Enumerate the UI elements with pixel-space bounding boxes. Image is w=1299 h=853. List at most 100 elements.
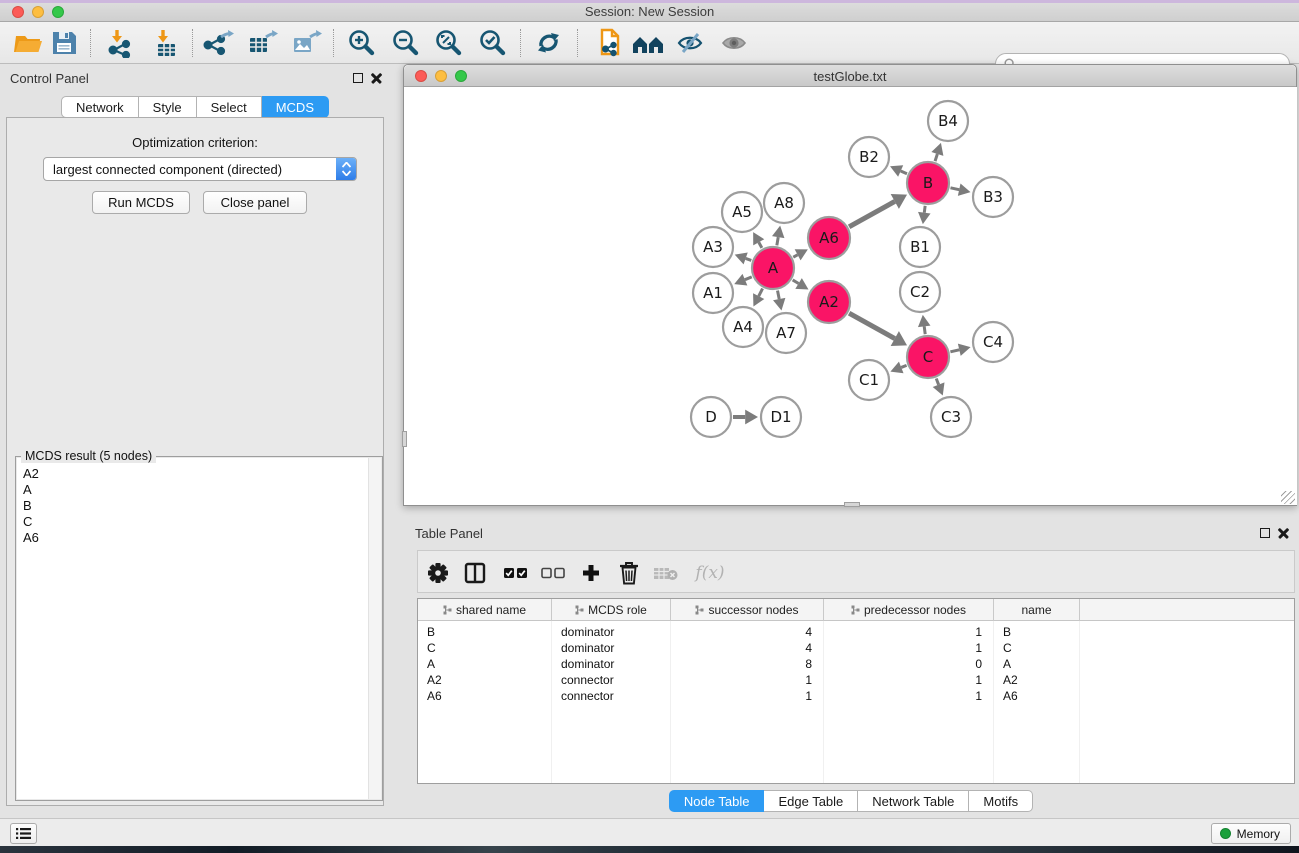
close-panel-button[interactable]: Close panel xyxy=(203,191,307,214)
mcds-result-item[interactable]: C xyxy=(23,514,39,530)
graph-node-label: A5 xyxy=(732,203,752,221)
network-canvas[interactable]: B4B2BB3A5A8A6A3AB1A1C2A2A4A7CC4C1C3DD1 xyxy=(405,87,1297,505)
new-network-from-file-button[interactable] xyxy=(588,26,628,60)
resize-grip-icon[interactable] xyxy=(1281,491,1295,504)
column-header-predecessor-nodes[interactable]: predecessor nodes xyxy=(824,599,994,621)
cell-shared-name: A6 xyxy=(418,688,552,704)
cell-mcds-role: dominator xyxy=(552,624,671,640)
delete-column-button[interactable] xyxy=(615,559,643,587)
refresh-button[interactable] xyxy=(528,26,568,60)
arrowhead-icon xyxy=(931,143,943,156)
hide-annotations-button[interactable] xyxy=(670,26,710,60)
table-row[interactable]: Adominator80A xyxy=(418,656,1294,672)
column-header-successor-nodes[interactable]: successor nodes xyxy=(671,599,824,621)
tab-network-table[interactable]: Network Table xyxy=(858,790,969,812)
mcds-result-item[interactable]: A2 xyxy=(23,466,39,482)
graph-node-label: A8 xyxy=(774,194,794,212)
float-panel-icon[interactable] xyxy=(1260,528,1270,538)
table-panel-title: Table Panel xyxy=(415,526,483,541)
cell-successor-nodes: 8 xyxy=(671,656,824,672)
zoom-in-button[interactable] xyxy=(341,26,381,60)
home-view-button[interactable] xyxy=(628,26,668,60)
import-network-button[interactable] xyxy=(100,26,140,60)
cell-name: A6 xyxy=(994,688,1080,704)
status-bar: Memory xyxy=(0,818,1299,846)
import-table-button[interactable] xyxy=(146,26,186,60)
column-label: MCDS role xyxy=(588,603,647,617)
export-network-button[interactable] xyxy=(198,26,238,60)
tab-select[interactable]: Select xyxy=(197,96,262,118)
import-network-icon xyxy=(104,28,136,58)
toolbar-separator xyxy=(90,29,91,57)
show-columns-button[interactable] xyxy=(461,559,489,587)
zoom-out-icon xyxy=(390,28,420,58)
open-session-button[interactable] xyxy=(8,26,48,60)
table-settings-button[interactable] xyxy=(424,559,452,587)
graph-edge-A-A2 xyxy=(793,280,799,284)
column-header-shared-name[interactable]: shared name xyxy=(418,599,552,621)
delete-table-button[interactable] xyxy=(652,559,680,587)
column-header-name[interactable]: name xyxy=(994,599,1080,621)
trash-icon xyxy=(618,561,640,585)
cell-predecessor-nodes: 1 xyxy=(824,672,994,688)
table-row[interactable]: Bdominator41B xyxy=(418,624,1294,640)
table-row[interactable]: A2connector11A2 xyxy=(418,672,1294,688)
tab-node-table[interactable]: Node Table xyxy=(669,790,765,812)
table-tabs: Node TableEdge TableNetwork TableMotifs xyxy=(403,790,1299,812)
mcds-result-item[interactable]: A6 xyxy=(23,530,39,546)
export-table-button[interactable] xyxy=(242,26,282,60)
cell-name: B xyxy=(994,624,1080,640)
open-folder-icon xyxy=(12,29,44,57)
cell-successor-nodes: 4 xyxy=(671,624,824,640)
deselect-all-button[interactable] xyxy=(539,559,567,587)
close-panel-icon[interactable] xyxy=(1278,527,1289,538)
tab-style[interactable]: Style xyxy=(139,96,197,118)
save-session-button[interactable] xyxy=(44,26,84,60)
toolbar-separator xyxy=(577,29,578,57)
graph-node-label: B4 xyxy=(938,112,958,130)
criterion-dropdown[interactable]: largest connected component (directed) xyxy=(43,157,357,181)
export-network-icon xyxy=(201,28,235,58)
graph-edge-B-B4 xyxy=(935,154,937,161)
show-task-history-button[interactable] xyxy=(10,823,37,844)
show-view-button[interactable] xyxy=(714,26,754,60)
function-builder-button[interactable]: f(x) xyxy=(690,559,730,587)
graph-node-label: C3 xyxy=(941,408,961,426)
graph-edge-C-C1 xyxy=(901,365,906,367)
mcds-result-item[interactable]: B xyxy=(23,498,39,514)
control-panel-tabs: NetworkStyleSelectMCDS xyxy=(0,96,390,118)
table-row[interactable]: A6connector11A6 xyxy=(418,688,1294,704)
select-all-button[interactable] xyxy=(502,559,530,587)
graph-edge-A-A7 xyxy=(778,291,780,300)
graph-node-label: B2 xyxy=(859,148,879,166)
graph-edge-B-B1 xyxy=(924,206,925,213)
mcds-result-item[interactable]: A xyxy=(23,482,39,498)
table-panel: Table Panel xyxy=(403,520,1299,818)
memory-button[interactable]: Memory xyxy=(1211,823,1291,844)
zoom-fit-button[interactable] xyxy=(428,26,468,60)
tab-motifs[interactable]: Motifs xyxy=(969,790,1033,812)
tab-network[interactable]: Network xyxy=(61,96,139,118)
close-panel-icon[interactable] xyxy=(371,72,382,83)
cell-successor-nodes: 1 xyxy=(671,672,824,688)
export-image-button[interactable] xyxy=(286,26,326,60)
column-header-mcds-role[interactable]: MCDS role xyxy=(552,599,671,621)
mcds-result-group: A2ABCA6 MCDS result (5 nodes) xyxy=(15,456,383,801)
graph-node-label: A2 xyxy=(819,293,839,311)
float-panel-icon[interactable] xyxy=(353,73,363,83)
tab-edge-table[interactable]: Edge Table xyxy=(764,790,858,812)
scrollbar-track[interactable] xyxy=(368,458,381,799)
application-window: Session: New Session xyxy=(0,0,1299,853)
arrowhead-icon xyxy=(745,410,758,425)
run-mcds-button[interactable]: Run MCDS xyxy=(92,191,190,214)
arrowhead-icon xyxy=(918,315,931,327)
left-resize-handle[interactable] xyxy=(402,431,407,447)
tab-mcds[interactable]: MCDS xyxy=(262,96,329,118)
table-row[interactable]: Cdominator41C xyxy=(418,640,1294,656)
network-window-titlebar[interactable]: testGlobe.txt xyxy=(404,65,1296,87)
zoom-out-button[interactable] xyxy=(385,26,425,60)
add-column-button[interactable] xyxy=(577,559,605,587)
bottom-resize-handle[interactable] xyxy=(844,502,860,507)
zoom-selected-button[interactable] xyxy=(472,26,512,60)
arrowhead-icon xyxy=(958,184,971,196)
